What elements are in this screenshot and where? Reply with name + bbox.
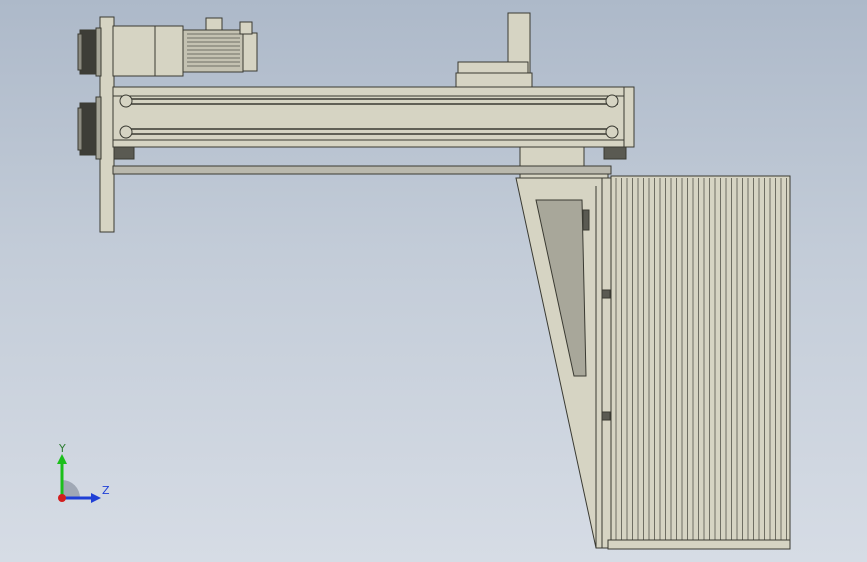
x-axis-dot — [58, 494, 66, 502]
upper-pulley[interactable] — [77, 27, 102, 77]
side-plate[interactable] — [99, 16, 115, 233]
linear-beam[interactable] — [112, 86, 635, 148]
bellows-cover[interactable] — [607, 175, 791, 550]
left-foot — [113, 146, 135, 160]
guide-rod[interactable] — [112, 165, 612, 175]
lower-pulley[interactable] — [77, 96, 102, 160]
cad-viewport[interactable] — [0, 0, 867, 562]
top-bracket[interactable] — [455, 12, 533, 88]
servo-motor[interactable] — [112, 17, 258, 77]
support-gusset[interactable] — [515, 177, 609, 549]
axis-triad: Y Z — [57, 442, 110, 503]
y-axis-label: Y — [58, 442, 66, 455]
z-axis-label: Z — [102, 484, 110, 497]
right-foot — [603, 146, 627, 160]
